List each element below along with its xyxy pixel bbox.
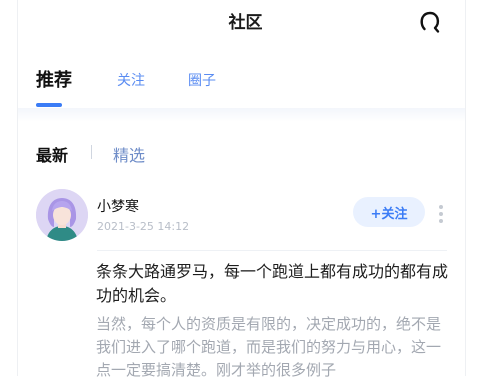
tab-circles[interactable]: 圈子	[188, 70, 216, 90]
filter-divider	[91, 145, 92, 159]
tab-following[interactable]: 关注	[117, 70, 145, 90]
avatar-illustration	[36, 189, 88, 241]
author-name[interactable]: 小梦寒	[97, 196, 139, 216]
avatar[interactable]	[36, 189, 88, 241]
filter-featured[interactable]: 精选	[113, 142, 145, 166]
tab-active-indicator	[36, 103, 62, 107]
more-options-icon[interactable]	[439, 205, 443, 225]
post-body[interactable]: 当然，每个人的资质是有限的，决定成功的，绝不是我们进入了哪个跑道，而是我们的努力…	[96, 313, 452, 382]
tab-recommended[interactable]: 推荐	[36, 66, 72, 92]
follow-button[interactable]: +关注	[353, 197, 425, 227]
section-divider	[18, 108, 465, 122]
search-icon[interactable]	[418, 10, 442, 34]
filter-latest[interactable]: 最新	[36, 142, 68, 166]
post-timestamp: 2021-3-25 14:12	[97, 220, 190, 233]
post-title[interactable]: 条条大路通罗马，每一个跑道上都有成功的都有成功的机会。	[96, 260, 452, 308]
right-edge	[465, 0, 466, 376]
post-header-divider	[97, 250, 447, 251]
